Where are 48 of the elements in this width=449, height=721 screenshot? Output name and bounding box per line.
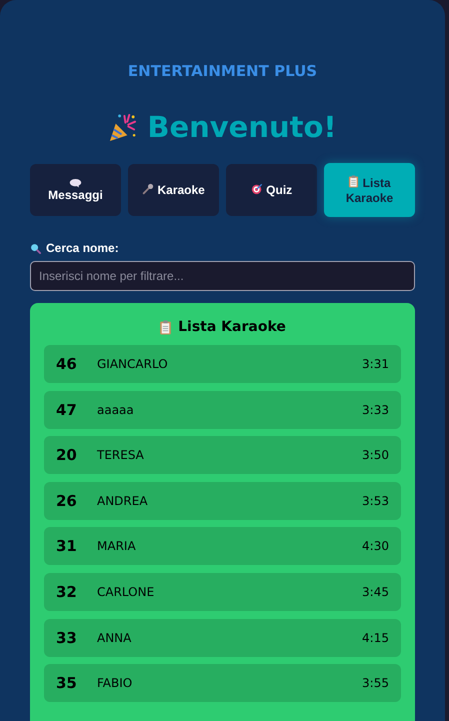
entry-time: 3:45 <box>362 584 389 599</box>
karaoke-entry[interactable]: 31 MARIA 4:30 <box>44 527 401 566</box>
speech-bubble-icon <box>69 178 82 188</box>
entry-number: 20 <box>56 446 78 464</box>
tab[interactable]: Karaoke <box>128 164 219 216</box>
karaoke-entry[interactable]: 26 ANDREA 3:53 <box>44 482 401 520</box>
entry-name: GIANCARLO <box>97 357 169 371</box>
microphone-icon <box>142 182 154 194</box>
list-title: Lista Karaoke <box>178 319 286 335</box>
entry-number: 47 <box>56 400 78 419</box>
entry-number: 35 <box>56 674 78 692</box>
entry-name: FABIO <box>97 676 134 690</box>
entry-number: 32 <box>56 582 78 601</box>
karaoke-entry[interactable]: 46 GIANCARLO 3:31 <box>44 345 401 383</box>
tab[interactable]: Messaggi <box>30 164 121 216</box>
entry-number: 46 <box>56 355 78 373</box>
karaoke-entry[interactable]: 35 FABIO 3:55 <box>44 664 401 702</box>
karaoke-entry[interactable]: 32 CARLONE 3:45 <box>44 572 401 611</box>
search-icon <box>30 242 41 254</box>
clipboard-icon <box>159 320 172 334</box>
entry-time: 3:31 <box>362 357 389 371</box>
entry-time: 3:50 <box>362 448 389 462</box>
target-icon <box>250 182 263 194</box>
entry-time: 3:53 <box>362 494 389 508</box>
party-popper-icon <box>108 112 138 142</box>
entry-name: ANNA <box>97 630 132 645</box>
search-field[interactable]: Inserisci nome per filtrare... <box>30 261 415 291</box>
entry-time: 3:33 <box>362 402 389 417</box>
entry-name: TERESA <box>97 448 145 462</box>
karaoke-entry[interactable]: 20 TERESA 3:50 <box>44 436 401 474</box>
entry-time: 3:55 <box>362 676 389 690</box>
entry-time: 4:15 <box>362 630 389 645</box>
clipboard-icon <box>348 174 360 188</box>
welcome-heading: Benvenuto! <box>147 110 337 144</box>
entry-name: CARLONE <box>97 584 156 599</box>
entry-name: MARIA <box>97 539 137 554</box>
tab[interactable]: Quiz <box>226 164 317 216</box>
entry-name: ANDREA <box>97 494 149 508</box>
tab[interactable]: Lista Karaoke <box>324 163 415 217</box>
entry-name: aaaaa <box>97 402 135 417</box>
karaoke-entry[interactable]: 33 ANNA 4:15 <box>44 618 401 657</box>
entry-number: 33 <box>56 628 78 647</box>
entry-number: 26 <box>56 492 78 510</box>
search-label: Cerca nome: <box>46 241 119 255</box>
entry-number: 31 <box>56 537 78 556</box>
entry-time: 4:30 <box>362 539 389 554</box>
brand-title: ENTERTAINMENT PLUS <box>126 62 318 80</box>
karaoke-entry[interactable]: 47 aaaaa 3:33 <box>44 390 401 429</box>
